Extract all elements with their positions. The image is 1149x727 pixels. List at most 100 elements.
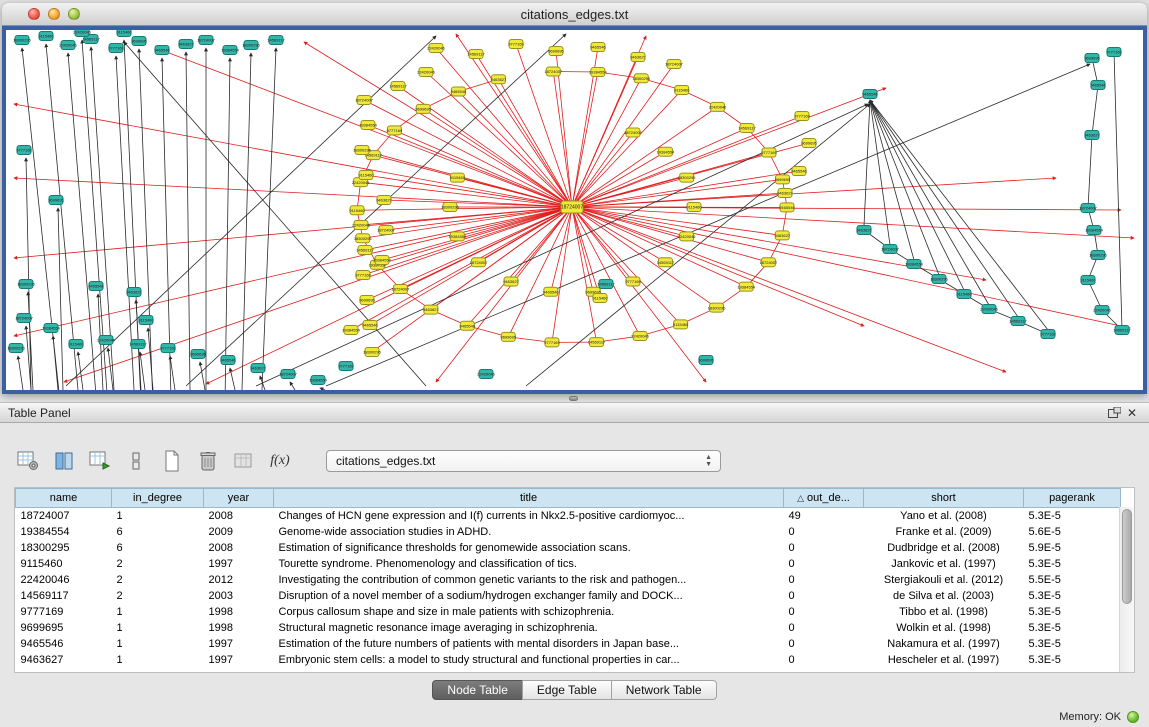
- graph-node[interactable]: 14569117: [657, 258, 675, 267]
- graph-node[interactable]: 14569117: [1009, 317, 1027, 326]
- delete-column-button[interactable]: [194, 447, 222, 475]
- graph-node[interactable]: 9465546: [590, 43, 606, 52]
- graph-node[interactable]: 9115460: [673, 320, 689, 329]
- graph-node[interactable]: 19384554: [309, 376, 328, 385]
- graph-node[interactable]: 9699695: [500, 332, 516, 341]
- graph-node[interactable]: 22420046: [631, 332, 650, 341]
- graph-node[interactable]: 9699695: [775, 175, 791, 184]
- graph-node[interactable]: 9463627: [777, 189, 793, 198]
- graph-node[interactable]: 22420046: [1093, 306, 1112, 315]
- column-header[interactable]: pagerank: [1024, 489, 1121, 508]
- graph-node[interactable]: 9463627: [491, 75, 507, 84]
- graph-node[interactable]: 9115460: [38, 32, 54, 41]
- graph-node[interactable]: 22420046: [678, 232, 697, 241]
- graph-node[interactable]: 9699695: [48, 196, 64, 205]
- graph-node[interactable]: 14569117: [1113, 326, 1131, 335]
- graph-node[interactable]: 9699695: [415, 104, 431, 113]
- graph-node[interactable]: 9777169: [625, 277, 641, 286]
- graph-node[interactable]: 14569117: [588, 338, 606, 347]
- splitter-handle[interactable]: [569, 396, 578, 401]
- graph-node[interactable]: 14569117: [267, 36, 285, 45]
- graph-node[interactable]: 18724007: [760, 258, 779, 267]
- graph-node[interactable]: 9699695: [359, 296, 375, 305]
- network-canvas[interactable]: 18724007 19384554 18300295 9115460 22420046 1…: [6, 30, 1143, 390]
- graph-node[interactable]: 22420046: [980, 305, 999, 314]
- graph-node[interactable]: 22420046: [59, 41, 78, 50]
- graph-node[interactable]: 9115460: [358, 171, 374, 180]
- graph-node[interactable]: 9777169: [387, 126, 403, 135]
- graph-node[interactable]: 19384554: [737, 282, 756, 291]
- graph-node[interactable]: 14569117: [389, 82, 407, 91]
- new-column-button[interactable]: [86, 447, 114, 475]
- graph-node[interactable]: 9463627: [178, 40, 194, 49]
- graph-node[interactable]: 9463627: [126, 288, 142, 297]
- table-mode-button[interactable]: [14, 447, 42, 475]
- close-panel-button[interactable]: ✕: [1123, 405, 1141, 421]
- graph-node[interactable]: 22420046: [97, 336, 116, 345]
- graph-node[interactable]: 9115460: [68, 340, 84, 349]
- graph-node[interactable]: 18300295: [1089, 251, 1108, 260]
- graph-node[interactable]: 9465546: [862, 90, 878, 99]
- graph-node[interactable]: 18300295: [17, 280, 36, 289]
- function-builder-button[interactable]: f(x): [266, 447, 294, 475]
- table-row[interactable]: 969969511998Structural magnetic resonanc…: [16, 620, 1121, 636]
- graph-node[interactable]: 18300295: [7, 344, 26, 353]
- import-table-button[interactable]: [230, 447, 258, 475]
- graph-node[interactable]: 14569117: [597, 280, 615, 289]
- graph-node[interactable]: 18724007: [279, 370, 298, 379]
- graph-node[interactable]: 9115460: [349, 206, 365, 215]
- graph-node[interactable]: 19384554: [1085, 226, 1104, 235]
- graph-node[interactable]: 9777169: [1040, 330, 1056, 339]
- graph-node[interactable]: 9699695: [131, 37, 147, 46]
- graph-node[interactable]: 9463627: [423, 305, 439, 314]
- graph-node[interactable]: 9777169: [16, 146, 32, 155]
- graph-node[interactable]: 19384554: [448, 232, 467, 241]
- row-options-button[interactable]: [122, 447, 150, 475]
- graph-node[interactable]: 9777169: [1106, 48, 1122, 57]
- table-row[interactable]: 946362711997Embryonic stem cells: a mode…: [16, 652, 1121, 668]
- table-row[interactable]: 1456911722003Disruption of a novel membe…: [16, 588, 1121, 604]
- graph-node[interactable]: 22420046: [73, 30, 92, 37]
- table-row[interactable]: 911546021997Tourette syndrome. Phenomeno…: [16, 556, 1121, 572]
- graph-node[interactable]: 18724007: [15, 314, 34, 323]
- graph-node[interactable]: 9463627: [250, 364, 266, 373]
- graph-node[interactable]: 9465546: [362, 321, 378, 330]
- graph-node[interactable]: 18300295: [678, 173, 697, 182]
- column-header[interactable]: short: [864, 489, 1024, 508]
- float-panel-button[interactable]: [1105, 405, 1123, 421]
- graph-node[interactable]: 22420046: [477, 370, 496, 379]
- graph-node[interactable]: 18300295: [13, 36, 32, 45]
- graph-node[interactable]: 9465546: [88, 282, 104, 291]
- graph-node[interactable]: 18724007: [544, 67, 563, 76]
- tab-network-table[interactable]: Network Table: [611, 680, 717, 700]
- graph-node[interactable]: 18724007: [881, 245, 900, 254]
- tab-edge-table[interactable]: Edge Table: [522, 680, 612, 700]
- graph-node[interactable]: 18724007: [470, 258, 489, 267]
- graph-node[interactable]: 9115460: [450, 173, 466, 182]
- graph-node[interactable]: 9465546: [779, 203, 795, 212]
- graph-node[interactable]: 19384554: [905, 260, 924, 269]
- graph-node[interactable]: 9777169: [794, 112, 810, 121]
- graph-node[interactable]: 9699695: [548, 47, 564, 56]
- graph-node[interactable]: 9463627: [630, 53, 646, 62]
- graph-node[interactable]: 18724007: [392, 284, 411, 293]
- graph-node[interactable]: 18724007: [665, 60, 684, 69]
- graph-node[interactable]: 9115460: [1080, 276, 1096, 285]
- graph-node[interactable]: 14569117: [356, 246, 374, 255]
- graph-node[interactable]: 9777169: [761, 148, 777, 157]
- graph-node[interactable]: 9465546: [154, 46, 170, 55]
- graph-node[interactable]: 19384554: [359, 121, 378, 130]
- graph-node[interactable]: 22420046: [427, 44, 446, 53]
- graph-node[interactable]: 18300295: [632, 74, 651, 83]
- graph-node[interactable]: 18300295: [242, 41, 261, 50]
- graph-node[interactable]: 9463627: [1084, 131, 1100, 140]
- table-row[interactable]: 977716911998Corpus callosum shape and si…: [16, 604, 1121, 620]
- graph-node[interactable]: 18724007: [197, 36, 216, 45]
- graph-node[interactable]: 9777169: [508, 40, 524, 49]
- graph-node[interactable]: 18724007: [355, 96, 374, 105]
- graph-node[interactable]: 18300295: [930, 275, 949, 284]
- table-row[interactable]: 1872400712008Changes of HCN gene express…: [16, 508, 1121, 524]
- table-row[interactable]: 1938455462009Genome-wide association stu…: [16, 524, 1121, 540]
- graph-node[interactable]: 18300295: [441, 203, 460, 212]
- graph-node[interactable]: 19384554: [342, 326, 361, 335]
